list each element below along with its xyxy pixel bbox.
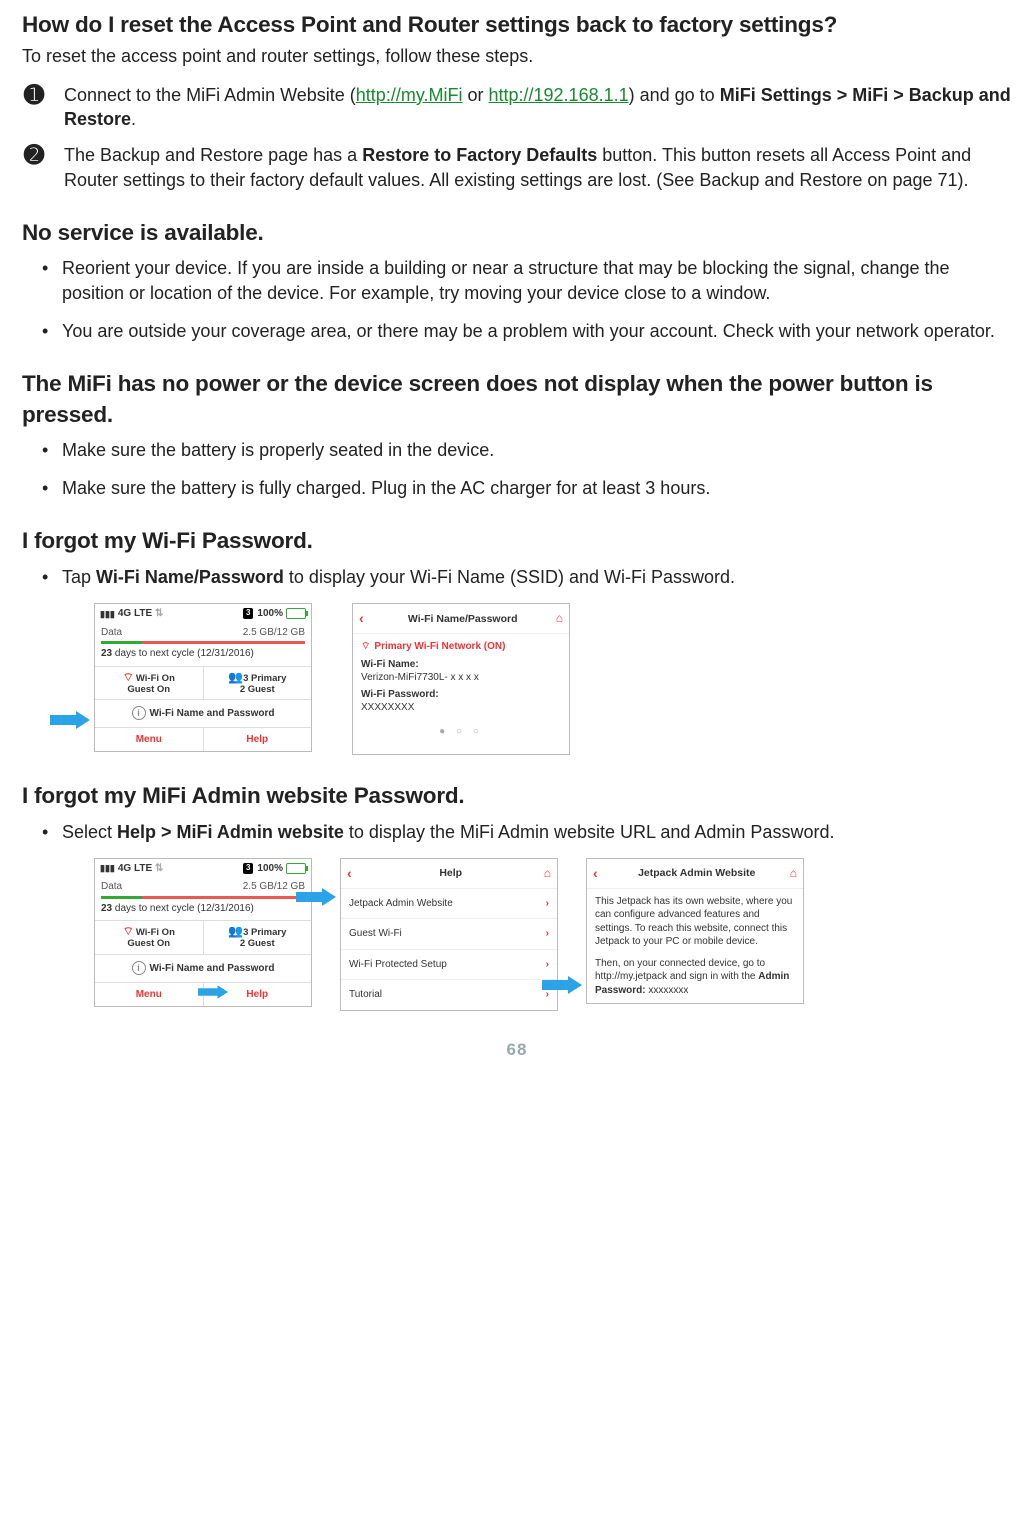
arrow-icon [296,888,336,906]
help-row-tutorial[interactable]: Tutorial› [341,980,557,1010]
home-icon[interactable]: ⌂ [544,865,551,881]
help-row-wps[interactable]: Wi-Fi Protected Setup› [341,950,557,981]
heading-no-power: The MiFi has no power or the device scre… [22,369,1012,430]
step-badge-2: ➋ [22,143,64,192]
link-ip[interactable]: http://192.168.1.1 [489,85,629,105]
menu-button[interactable]: Menu [95,728,204,752]
home-icon[interactable]: ⌂ [790,865,797,881]
wifi-detail-panel: ‹ Wi-Fi Name/Password ⌂ ⌔Primary Wi-Fi N… [352,603,570,755]
help-row-guest[interactable]: Guest Wi-Fi› [341,919,557,950]
step-badge-1: ➊ [22,83,64,132]
link-my-mifi[interactable]: http://my.MiFi [356,85,463,105]
heading-forgot-admin: I forgot my MiFi Admin website Password. [22,781,1012,811]
page-number: 68 [22,1039,1012,1062]
wifi-icon: ⌔ [123,671,134,685]
menu-button[interactable]: Menu [95,983,204,1007]
bullet-coverage: You are outside your coverage area, or t… [62,319,1012,343]
step-2-text: The Backup and Restore page has a Restor… [64,143,1012,192]
page-dots: ● ○ ○ [353,721,569,745]
msg-badge: 3 [243,608,253,619]
home-icon[interactable]: ⌂ [556,610,563,626]
back-icon[interactable]: ‹ [347,864,352,883]
help-button[interactable]: Help [204,983,312,1007]
back-icon[interactable]: ‹ [359,609,364,628]
admin-website-panel: ‹ Jetpack Admin Website ⌂ This Jetpack h… [586,858,804,1004]
battery-icon [286,863,306,874]
bullet-battery-seated: Make sure the battery is properly seated… [62,438,1012,462]
device-home-panel: ▮▮▮ 4G LTE ⇅ 3 100% Data2.5 GB/12 GB 23 … [94,603,312,752]
battery-icon [286,608,306,619]
heading-reset: How do I reset the Access Point and Rout… [22,10,1012,40]
help-row-admin[interactable]: Jetpack Admin Website› [341,889,557,920]
arrow-icon [542,976,582,994]
arrow-icon [50,711,90,729]
bullet-select-help: Select Help > MiFi Admin website to disp… [62,820,1012,844]
wifi-icon: ⌔ [361,640,370,654]
help-list-panel: ‹ Help ⌂ Jetpack Admin Website› Guest Wi… [340,858,558,1011]
help-button[interactable]: Help [204,728,312,752]
heading-forgot-wifi: I forgot my Wi-Fi Password. [22,526,1012,556]
device-home-panel-2: ▮▮▮ 4G LTE ⇅ 3 100% Data2.5 GB/12 GB 23 … [94,858,312,1007]
signal-icon: ▮▮▮ [100,862,115,874]
back-icon[interactable]: ‹ [593,864,598,883]
intro-text: To reset the access point and router set… [22,44,1012,68]
wifi-name-password-row[interactable]: iWi-Fi Name and Password [95,700,311,728]
battery-pct: 100% [257,607,283,621]
heading-no-service: No service is available. [22,218,1012,248]
arrow-icon [198,985,228,1004]
signal-icon: ▮▮▮ [100,608,115,620]
step-1-text: Connect to the MiFi Admin Website (http:… [64,83,1012,132]
bullet-reorient: Reorient your device. If you are inside … [62,256,1012,305]
info-icon: i [132,706,146,720]
network-label: 4G LTE ⇅ [118,607,243,621]
users-icon: 👥 [228,670,243,684]
bullet-battery-charged: Make sure the battery is fully charged. … [62,476,1012,500]
bullet-tap-wifi: Tap Wi-Fi Name/Password to display your … [62,565,1012,589]
